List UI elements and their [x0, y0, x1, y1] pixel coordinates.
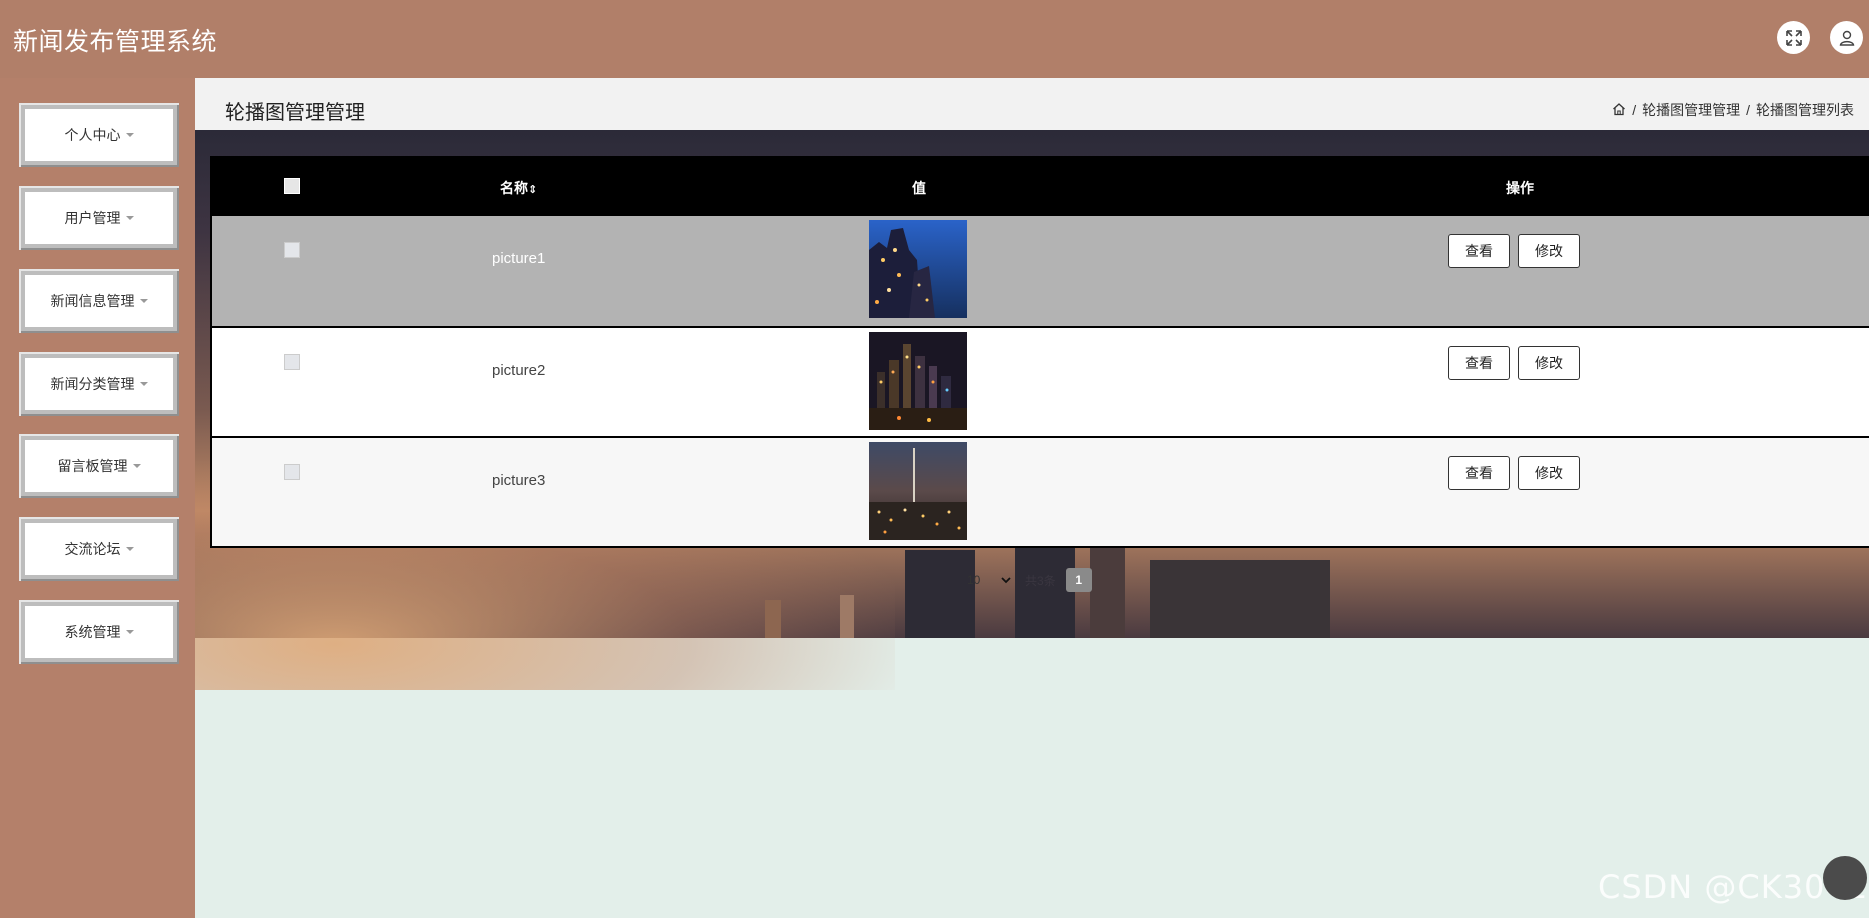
table-row: picture3 查看 修改	[212, 436, 1869, 546]
sidebar-item-system-management[interactable]: 系统管理	[19, 600, 179, 664]
floating-action-button[interactable]	[1823, 856, 1867, 900]
caret-down-icon	[125, 547, 134, 551]
sidebar-item-label: 用户管理	[64, 210, 121, 226]
sidebar-item-message-board-management[interactable]: 留言板管理	[19, 434, 179, 498]
breadcrumb-separator: /	[1632, 102, 1637, 118]
table-header: 名称⇕ 值 操作	[212, 158, 1869, 216]
sidebar-item-forum[interactable]: 交流论坛	[19, 517, 179, 581]
home-icon[interactable]	[1612, 102, 1626, 119]
select-all-checkbox[interactable]	[284, 178, 300, 194]
row-checkbox[interactable]	[284, 354, 300, 370]
sidebar-item-label: 交流论坛	[64, 541, 121, 557]
breadcrumb-carousel-management[interactable]: 轮播图管理管理	[1642, 100, 1740, 120]
user-icon[interactable]	[1830, 21, 1863, 54]
caret-down-icon	[125, 216, 134, 220]
pagination: 10 共3条 1	[963, 568, 1092, 592]
column-header-actions: 操作	[1506, 180, 1534, 196]
breadcrumb-carousel-list: 轮播图管理列表	[1756, 102, 1854, 118]
carousel-thumbnail	[869, 220, 967, 318]
sort-icon[interactable]: ⇕	[528, 184, 537, 196]
main-content: 轮播图管理管理 / 轮播图管理管理 / 轮播图管理列表 名称⇕ 值 操作 pic…	[195, 78, 1869, 918]
sidebar-item-label: 个人中心	[64, 127, 121, 143]
page-title: 轮播图管理管理	[225, 102, 365, 124]
sidebar-item-news-info-management[interactable]: 新闻信息管理	[19, 269, 179, 333]
edit-button[interactable]: 修改	[1518, 456, 1580, 490]
sidebar-item-label: 新闻信息管理	[50, 293, 135, 309]
sidebar-item-personal-center[interactable]: 个人中心	[19, 103, 179, 167]
app-title: 新闻发布管理系统	[13, 28, 218, 56]
top-bar: 新闻发布管理系统	[0, 0, 1869, 78]
expand-icon[interactable]	[1777, 21, 1810, 54]
caret-down-icon	[125, 630, 134, 634]
breadcrumb: / 轮播图管理管理 / 轮播图管理列表	[1612, 100, 1854, 120]
column-header-name[interactable]: 名称⇕	[500, 178, 537, 198]
sidebar-item-label: 新闻分类管理	[50, 376, 135, 392]
view-button[interactable]: 查看	[1448, 234, 1510, 268]
sidebar-item-label: 系统管理	[64, 624, 121, 640]
column-header-value: 值	[912, 180, 926, 196]
caret-down-icon	[139, 299, 148, 303]
carousel-thumbnail	[869, 332, 967, 430]
total-count: 共3条	[1025, 573, 1056, 588]
row-name: picture1	[492, 250, 546, 267]
caret-down-icon	[139, 382, 148, 386]
sidebar-item-news-category-management[interactable]: 新闻分类管理	[19, 352, 179, 416]
sidebar-item-label: 留言板管理	[57, 458, 128, 474]
carousel-table: 名称⇕ 值 操作 picture1 查看 修改 picture2 查看 修改 p…	[210, 156, 1869, 548]
row-name: picture2	[492, 362, 546, 379]
edit-button[interactable]: 修改	[1518, 346, 1580, 380]
sidebar-item-user-management[interactable]: 用户管理	[19, 186, 179, 250]
edit-button[interactable]: 修改	[1518, 234, 1580, 268]
row-name: picture3	[492, 472, 546, 489]
carousel-thumbnail	[869, 442, 967, 540]
view-button[interactable]: 查看	[1448, 346, 1510, 380]
row-checkbox[interactable]	[284, 242, 300, 258]
page-header: 轮播图管理管理 / 轮播图管理管理 / 轮播图管理列表	[195, 78, 1869, 130]
table-row: picture2 查看 修改	[212, 326, 1869, 436]
page-size-select[interactable]: 10	[963, 568, 1015, 592]
sidebar: 个人中心 用户管理 新闻信息管理 新闻分类管理 留言板管理 交流论坛 系统管理	[0, 78, 195, 918]
caret-down-icon	[125, 133, 134, 137]
view-button[interactable]: 查看	[1448, 456, 1510, 490]
page-number-button[interactable]: 1	[1065, 568, 1092, 592]
breadcrumb-separator: /	[1746, 102, 1750, 118]
row-checkbox[interactable]	[284, 464, 300, 480]
caret-down-icon	[132, 464, 141, 468]
table-row: picture1 查看 修改	[212, 216, 1869, 326]
chevron-down-icon	[1001, 573, 1011, 587]
